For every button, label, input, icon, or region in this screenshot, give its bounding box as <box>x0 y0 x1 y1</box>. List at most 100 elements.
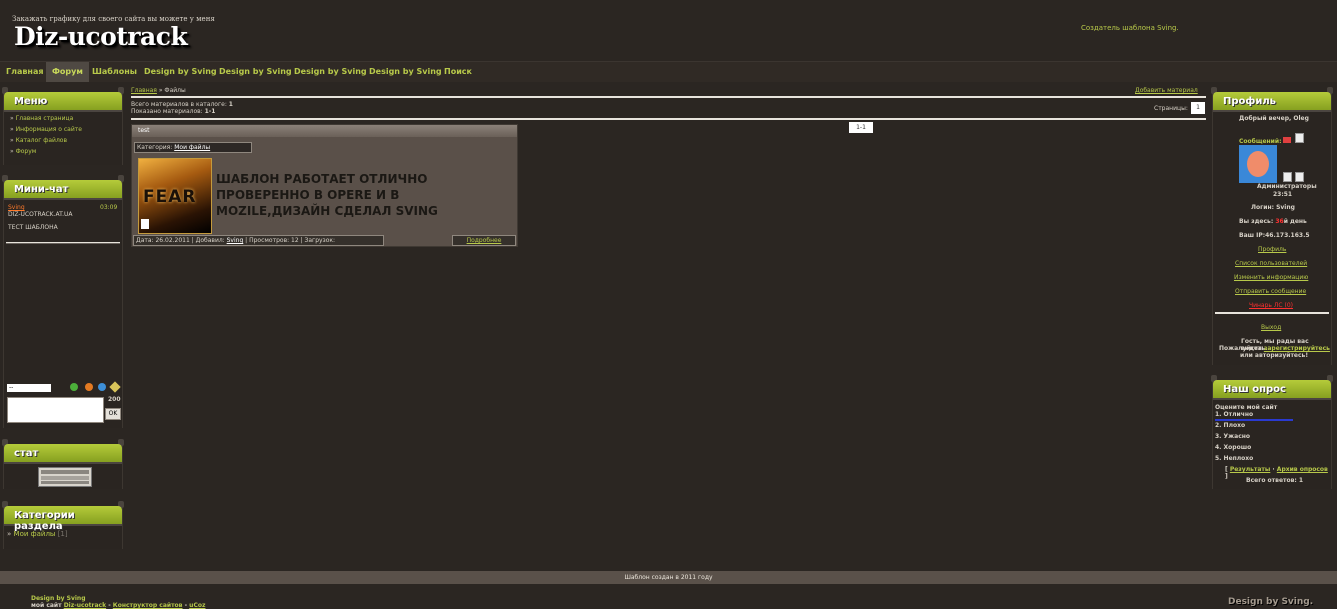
edit-info-link[interactable]: Изменить информацию <box>1234 274 1308 281</box>
menu-item-catalog[interactable]: Каталог файлов <box>10 137 67 144</box>
footer-ucoz-link[interactable]: uCoz <box>189 602 205 609</box>
nav-design-1[interactable]: Design by Sving <box>138 62 223 82</box>
chat-char-counter: 200 <box>108 396 121 403</box>
pm-link[interactable]: Чинарь ЛС (0) <box>1249 302 1293 309</box>
total-value: 1 <box>228 101 233 108</box>
stat-title: стат <box>14 448 39 459</box>
profile-block: Профиль Добрый вечер, Oleg Сообщений: Ад… <box>1211 87 1333 365</box>
page-number[interactable]: 1 <box>1191 102 1205 114</box>
guest-please: Пожалуйста <box>1219 345 1262 352</box>
profile-title: Профиль <box>1223 96 1276 107</box>
menu-item-forum[interactable]: Форум <box>10 148 37 155</box>
users-list-link[interactable]: Список пользователей <box>1235 260 1307 267</box>
add-material-link[interactable]: Добавить материал <box>1135 87 1198 94</box>
poll-result-bar <box>1215 419 1293 421</box>
nav-templates[interactable]: Шаблоны <box>86 62 143 82</box>
minichat-title: Мини-чат <box>14 184 69 195</box>
breadcrumb: Главная » Файлы <box>131 87 186 94</box>
poll-results-link[interactable]: Результаты <box>1230 466 1270 473</box>
counter-widget[interactable] <box>38 467 92 487</box>
footer-badge: Design by Sving. <box>1228 597 1314 607</box>
category-link[interactable]: Мои файлы <box>174 144 210 151</box>
site-logo[interactable]: Diz-ucotrack <box>14 22 188 51</box>
shown-label: Показано материалов: <box>131 108 203 115</box>
footer-constructor-link[interactable]: Конструктор сайтов <box>113 602 183 609</box>
footer-sep: - <box>108 602 111 609</box>
profile-messages[interactable]: Сообщений: <box>1239 138 1282 145</box>
breadcrumb-current: » Файлы <box>158 87 186 94</box>
menu-block: Меню Главная страница Информация о сайте… <box>2 87 124 165</box>
content-divider <box>131 118 1206 120</box>
footer-links: мой сайт Diz-ucotrack - Конструктор сайт… <box>31 602 205 609</box>
content-divider <box>131 96 1206 98</box>
main-nav: Главная Форум Шаблоны Design by Sving De… <box>0 61 1337 82</box>
minichat-header: Мини-чат <box>4 180 122 200</box>
footer-sep: - <box>184 602 188 609</box>
template-creator: Создатель шаблона Sving. <box>1081 24 1179 32</box>
poll-option: 4. Хорошо <box>1215 444 1252 451</box>
more-button[interactable]: Подробнее <box>452 235 516 246</box>
nav-design-2[interactable]: Design by Sving <box>213 62 298 82</box>
counter-row <box>41 476 89 480</box>
refresh-icon[interactable] <box>70 383 78 391</box>
doc-icon[interactable] <box>1283 172 1292 182</box>
nav-design-4[interactable]: Design by Sving <box>363 62 448 82</box>
smile-icon[interactable] <box>85 383 93 391</box>
poll-header: Наш опрос <box>1213 380 1331 400</box>
footer-design: Design by Sving <box>31 595 86 602</box>
poll-title: Наш опрос <box>1223 384 1286 395</box>
footer-site-link[interactable]: Diz-ucotrack <box>64 602 106 609</box>
category-name[interactable]: Мои файлы <box>14 530 56 538</box>
chat-divider <box>6 243 120 244</box>
profile-time: 23:51 <box>1273 191 1293 198</box>
chat-name-input[interactable]: -- <box>7 384 51 392</box>
breadcrumb-home[interactable]: Главная <box>131 87 157 94</box>
settings-icon[interactable] <box>109 381 121 393</box>
counter-row <box>41 470 89 474</box>
nav-design-3[interactable]: Design by Sving <box>288 62 373 82</box>
help-icon[interactable] <box>98 383 106 391</box>
material-card: test Категория: Мои файлы FEAR ШАБЛОН РА… <box>131 124 518 247</box>
profile-here: Вы здесь: 36й день <box>1239 218 1307 225</box>
poll-block: Наш опрос Оцените мой сайт 1. Отлично 2.… <box>1211 375 1333 489</box>
send-message-link[interactable]: Отправить сообщение <box>1235 288 1306 295</box>
categories-block: Категории раздела » Мои файлы [1] <box>2 501 124 549</box>
poll-archive-link[interactable]: Архив опросов <box>1277 466 1328 473</box>
chat-message: ТЕСТ ШАБЛОНА <box>8 224 58 231</box>
register-link[interactable]: зарегистрируйтесь <box>1264 345 1330 352</box>
doc-icon[interactable] <box>1295 172 1304 182</box>
chat-send-button[interactable]: OK <box>105 408 121 420</box>
poll-option: 2. Плохо <box>1215 422 1246 429</box>
card-title[interactable]: test <box>138 127 150 134</box>
poll-total: Всего ответов: 1 <box>1246 477 1304 484</box>
game-poster[interactable]: FEAR <box>138 158 212 234</box>
menu-item-info[interactable]: Информация о сайте <box>10 126 82 133</box>
card-downloads: Загрузок: <box>304 237 336 244</box>
card-views: Просмотров: 12 <box>249 237 299 244</box>
rating-icon <box>141 219 149 229</box>
menu-header: Меню <box>4 92 122 112</box>
chat-user[interactable]: Sving <box>8 204 25 211</box>
category-item[interactable]: » Мои файлы [1] <box>7 530 68 538</box>
profile-link[interactable]: Профиль <box>1258 246 1286 253</box>
category-label: Категория: <box>137 144 173 151</box>
card-author[interactable]: Sving <box>227 237 244 244</box>
nav-search[interactable]: Поиск <box>438 62 478 82</box>
more-label[interactable]: Подробнее <box>467 237 502 244</box>
profile-greeting: Добрый вечер, Oleg <box>1239 115 1309 122</box>
add-material-label[interactable]: Добавить материал <box>1135 87 1198 94</box>
avatar[interactable] <box>1239 145 1277 183</box>
shown-materials: Показано материалов: 1-1 <box>131 108 215 115</box>
nav-forum[interactable]: Форум <box>46 62 89 82</box>
shown-value: 1-1 <box>204 108 216 115</box>
chat-message-input[interactable] <box>7 397 104 423</box>
menu-item-home[interactable]: Главная страница <box>10 115 74 122</box>
poll-question: Оцените мой сайт <box>1215 404 1278 411</box>
category-count: [1] <box>57 530 68 538</box>
guest-line-3: или авторизуйтесь! <box>1240 352 1309 359</box>
mail-icon[interactable] <box>1283 137 1291 143</box>
profile-ip: Ваш IP:46.173.163.5 <box>1239 232 1310 239</box>
nav-home[interactable]: Главная <box>0 62 49 82</box>
logout-link[interactable]: Выход <box>1261 324 1281 331</box>
doc-icon[interactable] <box>1295 133 1304 143</box>
